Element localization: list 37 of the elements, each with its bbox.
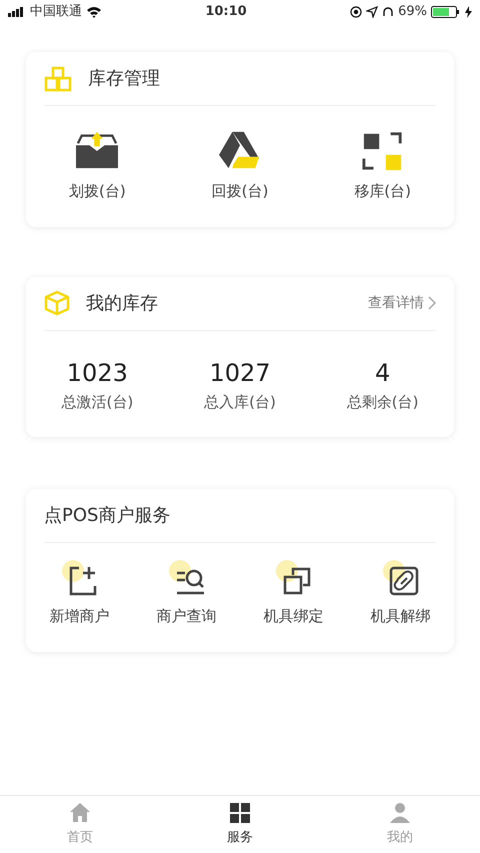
box-icon xyxy=(44,290,70,316)
stat-label: 总激活(台) xyxy=(61,392,134,412)
stat-value: 1023 xyxy=(66,358,128,388)
home-icon xyxy=(69,802,91,824)
chevron-right-icon xyxy=(428,296,436,310)
lock-rotation-icon xyxy=(350,6,362,18)
signal-icon xyxy=(8,7,26,17)
cubes-icon xyxy=(44,66,72,92)
stat-label: 总入库(台) xyxy=(204,392,276,412)
location-icon xyxy=(366,6,378,18)
clock: 10:10 xyxy=(205,3,247,22)
grid-icon xyxy=(229,802,251,824)
charging-icon xyxy=(464,6,472,18)
stat-value: 4 xyxy=(375,358,390,388)
person-icon xyxy=(389,802,411,824)
tab[interactable]: 服务 xyxy=(190,796,290,853)
stat-label: 总剩余(台) xyxy=(346,392,418,412)
card-title: 点POS商户服务 xyxy=(44,504,170,528)
list-search-icon xyxy=(168,559,206,597)
merchant-action-button[interactable]: 商户查询 xyxy=(156,559,216,628)
inventory-action-button[interactable]: 移库(台) xyxy=(354,130,411,202)
carrier-name: 中国联通 xyxy=(30,3,82,22)
battery-icon xyxy=(430,6,461,18)
inventory-action-button[interactable]: 划拨(台) xyxy=(68,130,126,202)
view-details-link[interactable]: 查看详情 xyxy=(368,292,436,314)
merchant-action-button[interactable]: 机具绑定 xyxy=(264,559,324,628)
stat-value: 1027 xyxy=(209,358,271,388)
battery-percentage: 69% xyxy=(398,3,427,22)
inventory-action-button[interactable]: 回拨(台) xyxy=(212,130,268,202)
linked-squares-icon xyxy=(274,559,312,597)
wifi-icon xyxy=(86,6,102,18)
add-document-icon xyxy=(60,559,98,597)
merchant-action-button[interactable]: 机具解绑 xyxy=(370,559,430,628)
merchant-action-button[interactable]: 新增商户 xyxy=(50,559,110,628)
card-title: 我的库存 xyxy=(86,292,158,316)
headphones-icon xyxy=(382,6,394,18)
card-title: 库存管理 xyxy=(88,67,160,91)
